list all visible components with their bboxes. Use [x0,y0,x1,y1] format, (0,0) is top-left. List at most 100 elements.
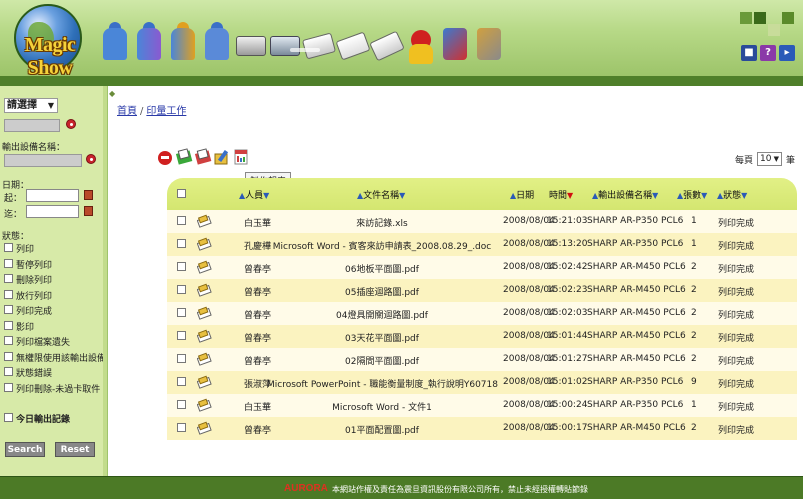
cell-time: 15:02:23 [547,285,588,295]
row-checkbox[interactable] [177,239,186,248]
calendar-from-icon[interactable] [84,190,93,200]
print-job-icon[interactable] [196,397,213,413]
status-checkbox[interactable] [4,305,13,314]
header-user[interactable]: ▲人員▼ [239,188,269,201]
scanner-icon[interactable] [270,22,300,66]
cell-status: 列印完成 [718,357,755,367]
header-filename[interactable]: ▲文件名稱▼ [357,188,405,201]
header-date[interactable]: ▲日期 [510,188,534,201]
search-button[interactable]: Search [5,442,45,457]
table-row[interactable]: 張淑萍 Microsoft PowerPoint - 職能衡量制度_執行說明Y60… [167,371,797,394]
print-job-icon[interactable] [196,259,213,275]
per-page-select[interactable]: 10 ▼ [757,152,783,166]
print-job-icon[interactable] [196,328,213,344]
user-icon[interactable] [100,22,130,66]
today-checkbox[interactable] [4,413,13,422]
table-row[interactable]: 曾春亭 04燈具開關迴路圖.pdf 2008/08/04 15:02:03 SHARP … [167,302,797,325]
status-checkbox[interactable] [4,258,13,268]
header-device[interactable]: ▲輸出設備名稱▼ [592,188,658,201]
header-status[interactable]: ▲狀態▼ [717,188,747,201]
pause-icon[interactable] [194,148,212,166]
status-option-label: 列印完成 [16,307,53,317]
row-checkbox[interactable] [177,262,186,271]
print-job-icon[interactable] [196,305,213,321]
status-checkbox[interactable] [4,243,13,252]
date-label: 日期： [2,181,30,191]
breadcrumb-current[interactable]: 印量工作 [146,106,186,117]
print-job-icon[interactable] [301,22,337,66]
cell-filename: 03天花平面圖.pdf [345,334,419,344]
table-row[interactable]: 曾春亭 02隔間平面圖.pdf 2008/08/04 15:01:27 SHARP AR… [167,348,797,371]
pick-user-icon[interactable] [66,119,76,129]
row-checkbox[interactable] [177,285,186,294]
table-row[interactable]: 曾春亭 03天花平面圖.pdf 2008/08/04 15:01:44 SHARP AR… [167,325,797,348]
header-time[interactable]: 時間▼ [549,188,573,201]
print-job-icon[interactable] [196,236,213,252]
header: Magic Show ■ ? ▸ [0,0,803,79]
pick-device-icon[interactable] [86,154,96,164]
today-label: 今日輸出記錄 [16,415,71,425]
help-icon[interactable]: ? [760,45,776,61]
status-checkbox[interactable] [4,289,13,299]
print-job-icon[interactable] [196,213,213,229]
reset-button[interactable]: Reset [55,442,95,457]
system-tools-icon[interactable] [440,22,470,66]
row-checkbox[interactable] [177,354,186,363]
date-to-input[interactable] [26,205,79,218]
cell-status: 列印完成 [718,403,755,413]
printer-icon[interactable] [236,22,266,66]
print-job-icon[interactable] [196,374,213,390]
collapse-arrow-icon[interactable]: ◆ [109,89,115,98]
date-from-input[interactable] [26,189,79,202]
calendar-to-icon[interactable] [84,206,93,216]
quota-icon[interactable] [406,22,436,66]
user-select[interactable]: 請選擇 ▼ [4,98,58,113]
panel-divider [107,86,108,476]
cell-status: 列印完成 [718,265,755,275]
breadcrumb-home[interactable]: 首頁 [117,106,137,117]
select-all-checkbox[interactable] [177,189,186,198]
status-checkbox[interactable] [4,320,13,330]
print-job-icon[interactable] [196,351,213,367]
breadcrumb-separator: / [140,106,144,117]
status-checkbox[interactable] [4,382,13,392]
cell-device: SHARP AR-P350 PCL6 [587,239,684,249]
table-row[interactable]: 曾春亭 01平面配置圖.pdf 2008/08/04 15:00:17 SHARP AR… [167,417,797,440]
document-icon[interactable] [335,22,371,66]
row-checkbox[interactable] [177,308,186,317]
table-row[interactable]: 孔慶樺 Microsoft Word - 賓客來訪申請表_2008.08.29_.… [167,233,797,256]
lock-icon[interactable]: ■ [741,45,757,61]
table-row[interactable]: 白玉華 Microsoft Word - 文件1 2008/08/04 15:00:2… [167,394,797,417]
print-job-icon[interactable] [196,420,213,436]
status-checkbox[interactable] [4,367,13,376]
release-icon[interactable] [175,148,193,166]
table-row[interactable]: 白玉華 來訪記錄.xls 2008/08/04 15:21:03 SHARP AR-P3… [167,210,797,233]
row-checkbox[interactable] [177,400,186,409]
row-checkbox[interactable] [177,331,186,340]
table-row[interactable]: 曾春亭 05插座迴路圖.pdf 2008/08/04 15:02:23 SHARP AR… [167,279,797,302]
print-job-icon[interactable] [196,282,213,298]
report-icon[interactable] [232,148,250,166]
delete-icon[interactable] [156,148,174,166]
row-checkbox[interactable] [177,377,186,386]
users-group-icon[interactable] [134,22,164,66]
user-field[interactable] [4,119,60,132]
row-checkbox[interactable] [177,423,186,432]
user-settings-icon[interactable] [168,22,198,66]
magic-show-logo[interactable]: Magic Show [4,4,96,80]
copy-icon[interactable] [369,22,405,66]
cell-device: SHARP AR-P350 PCL6 [587,216,684,226]
status-checkbox[interactable] [4,336,13,345]
people-icon[interactable] [202,22,232,66]
table-row[interactable]: 曾春亭 06地板平面圖.pdf 2008/08/04 15:02:42 SHARP AR… [167,256,797,279]
status-option-label: 狀態錯誤 [16,369,53,379]
header-pages[interactable]: ▲張數▼ [677,188,707,201]
row-checkbox[interactable] [177,216,186,225]
cell-device: SHARP AR-M450 PCL6 [587,262,686,272]
tools-icon[interactable] [474,22,504,66]
status-checkbox[interactable] [4,274,13,283]
edit-icon[interactable] [213,148,231,166]
status-checkbox[interactable] [4,351,13,361]
device-name-field[interactable] [4,154,82,167]
exit-icon[interactable]: ▸ [779,45,795,61]
